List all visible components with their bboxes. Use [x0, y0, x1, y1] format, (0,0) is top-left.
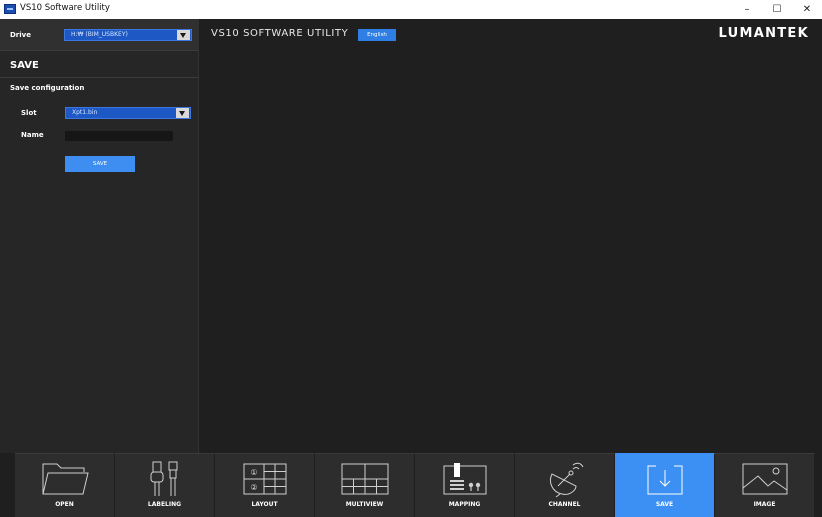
tool-layout-label: LAYOUT — [251, 501, 278, 508]
layout-digit-1: ① — [250, 468, 257, 477]
panel-title: SAVE — [10, 60, 39, 71]
bottom-toolbar: OPEN LABELING ① ② LAYOUT MULTIVIEW MAPPI… — [0, 453, 822, 517]
close-button[interactable]: ✕ — [792, 0, 822, 19]
minimize-button[interactable]: – — [732, 0, 762, 19]
drive-row: Drive H:₩ (BIM_USBKEY) — [0, 19, 199, 51]
workspace-area — [199, 51, 822, 453]
tool-labeling[interactable]: LABELING — [115, 453, 215, 517]
section-title: Save configuration — [10, 84, 85, 92]
window-title: VS10 Software Utility — [20, 3, 110, 13]
tool-open-label: OPEN — [55, 501, 74, 508]
image-icon — [742, 463, 788, 495]
drive-label: Drive — [10, 31, 31, 39]
app-name: VS10 SOFTWARE UTILITY — [211, 28, 349, 39]
mapping-device-icon — [443, 463, 487, 495]
layout-grid-icon: ① ② — [243, 463, 287, 495]
satellite-dish-icon — [549, 462, 584, 498]
save-button[interactable]: SAVE — [65, 156, 135, 172]
chevron-down-icon[interactable] — [177, 30, 190, 40]
tool-channel-label: CHANNEL — [548, 501, 581, 508]
tool-multiview-label: MULTIVIEW — [345, 501, 384, 508]
folder-icon — [42, 463, 89, 495]
name-field[interactable] — [65, 131, 173, 141]
divider — [0, 77, 199, 78]
brand-logo: LUMANTEK — [718, 26, 809, 41]
name-label: Name — [21, 131, 44, 139]
language-button[interactable]: English — [358, 29, 396, 41]
tool-save-label: SAVE — [655, 501, 674, 508]
connector-icon — [150, 461, 178, 496]
tool-image-label: IMAGE — [753, 501, 776, 508]
main-header: VS10 SOFTWARE UTILITY English LUMANTEK — [199, 19, 822, 51]
tool-image[interactable]: IMAGE — [715, 453, 815, 517]
settings-sidebar: Drive H:₩ (BIM_USBKEY) SAVE Save configu… — [0, 19, 199, 453]
slot-select-value: Xpt1.bin — [72, 109, 98, 116]
chevron-down-icon[interactable] — [176, 108, 189, 118]
tool-labeling-label: LABELING — [147, 501, 182, 508]
layout-digit-2: ② — [250, 483, 257, 492]
tool-layout[interactable]: ① ② LAYOUT — [215, 453, 315, 517]
tool-open[interactable]: OPEN — [15, 453, 115, 517]
drive-select[interactable]: H:₩ (BIM_USBKEY) — [64, 29, 192, 41]
multiview-grid-icon — [341, 463, 389, 495]
tool-multiview[interactable]: MULTIVIEW — [315, 453, 415, 517]
window-title-bar: VS10 Software Utility – ☐ ✕ — [0, 0, 822, 19]
maximize-button[interactable]: ☐ — [762, 0, 792, 19]
app-icon — [4, 4, 16, 14]
tool-save[interactable]: SAVE — [615, 453, 715, 517]
slot-select[interactable]: Xpt1.bin — [65, 107, 191, 119]
download-tray-icon — [647, 465, 683, 495]
tool-channel[interactable]: CHANNEL — [515, 453, 615, 517]
tool-mapping[interactable]: MAPPING — [415, 453, 515, 517]
slot-label: Slot — [21, 109, 37, 117]
drive-select-value: H:₩ (BIM_USBKEY) — [71, 31, 128, 38]
tool-mapping-label: MAPPING — [448, 501, 481, 508]
